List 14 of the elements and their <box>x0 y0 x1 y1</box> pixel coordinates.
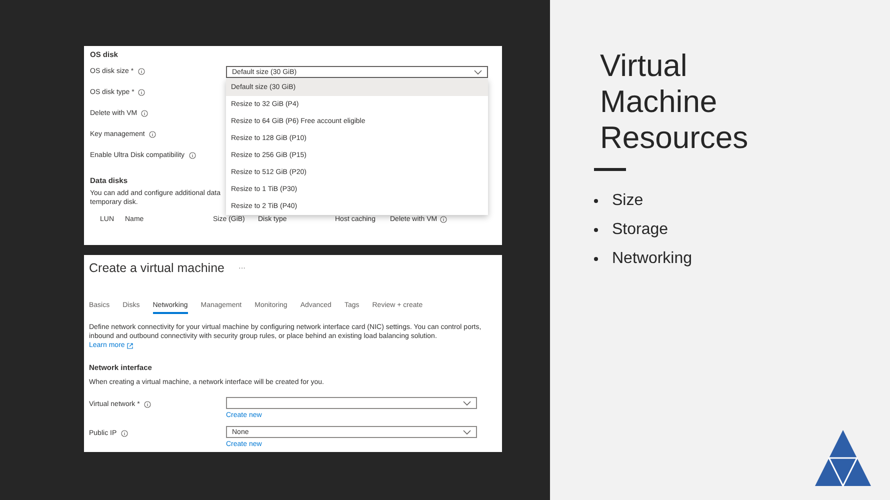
bullet-icon <box>594 256 598 260</box>
chevron-down-icon <box>463 400 471 406</box>
bullet-text: Storage <box>612 220 668 238</box>
bullet-icon <box>594 198 598 202</box>
page-title: Create a virtual machine <box>89 261 224 275</box>
chevron-down-icon <box>474 70 482 74</box>
dropdown-field[interactable] <box>226 397 477 409</box>
chevron-down-icon <box>463 430 471 434</box>
bullet-text: Networking <box>612 250 692 268</box>
bullet-icon <box>594 228 598 232</box>
triangle-logo-drawing <box>815 430 871 488</box>
bullet-text: Size <box>612 192 644 210</box>
external-link-icon <box>126 342 133 348</box>
slide-title: Virtual Machine Resources <box>600 48 750 156</box>
